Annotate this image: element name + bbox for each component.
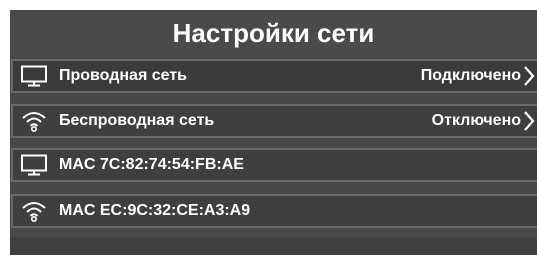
page-title: Настройки сети	[10, 10, 537, 57]
wifi-icon	[17, 106, 51, 136]
wired-network-status: Подключено	[420, 67, 521, 84]
chevron-right-icon	[523, 64, 537, 88]
wireless-mac-row: MAC EC:9C:32:CE:A3:A9	[11, 194, 537, 228]
chevron-right-icon	[523, 109, 537, 133]
wifi-icon	[17, 196, 51, 226]
wired-network-row[interactable]: Проводная сеть Подключено	[11, 59, 537, 93]
wired-mac-row: MAC 7C:82:74:54:FB:AE	[11, 148, 537, 182]
wired-mac-label: MAC 7C:82:74:54:FB:AE	[59, 156, 244, 173]
monitor-icon	[17, 61, 51, 91]
panel-footer	[10, 237, 537, 255]
network-settings-panel: Настройки сети Проводная сеть Подключено	[10, 10, 537, 255]
wired-network-label: Проводная сеть	[59, 67, 187, 84]
wireless-mac-label: MAC EC:9C:32:CE:A3:A9	[59, 202, 251, 219]
monitor-icon	[17, 150, 51, 180]
wireless-network-status: Отключено	[431, 112, 521, 129]
wireless-network-label: Беспроводная сеть	[59, 112, 215, 129]
wireless-network-row[interactable]: Беспроводная сеть Отключено	[11, 104, 537, 138]
